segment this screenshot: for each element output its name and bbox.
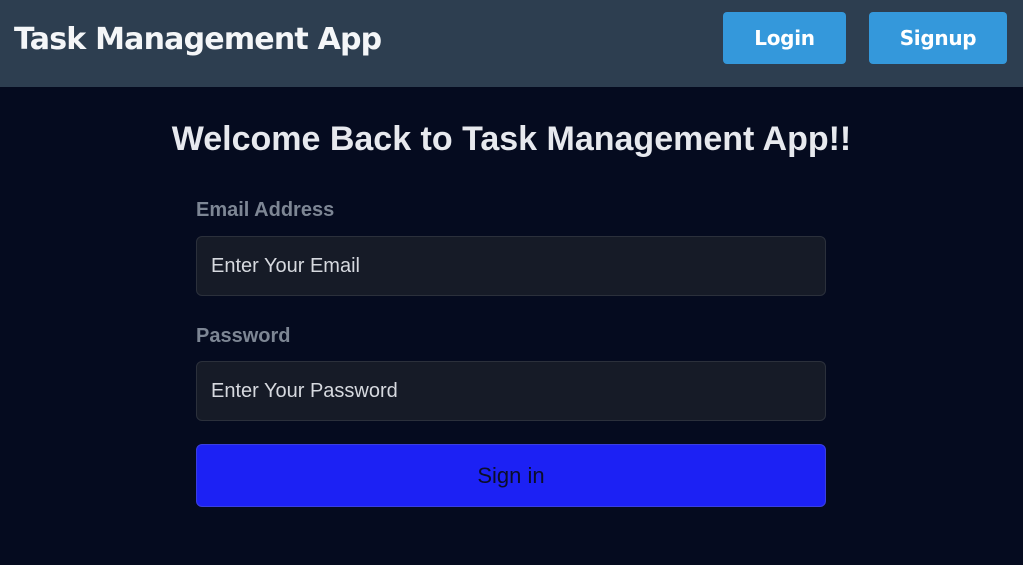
password-field[interactable] [196, 361, 826, 421]
login-button[interactable]: Login [723, 12, 846, 64]
sign-in-button[interactable]: Sign in [196, 444, 826, 507]
email-field[interactable] [196, 236, 826, 296]
app-title: Task Management App [14, 22, 382, 57]
email-label: Email Address [196, 199, 335, 221]
signup-button[interactable]: Signup [869, 12, 1007, 64]
password-label: Password [196, 325, 291, 347]
top-navbar: Task Management App Login Signup [0, 0, 1023, 87]
page-heading: Welcome Back to Task Management App!! [171, 120, 852, 158]
